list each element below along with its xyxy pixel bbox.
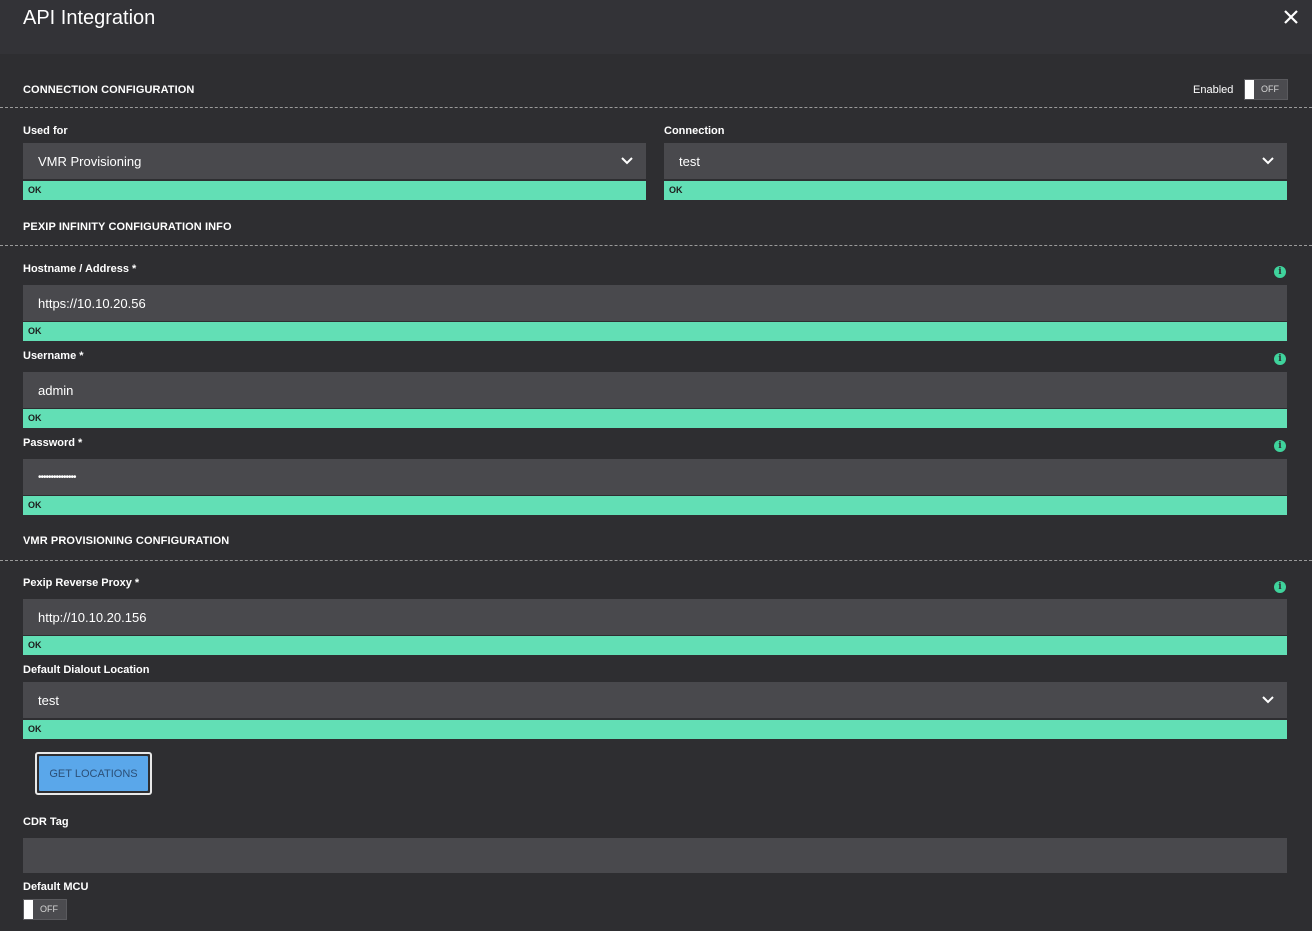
default-mcu-toggle[interactable]: OFF (23, 899, 67, 920)
toggle-state: OFF (1261, 84, 1279, 94)
password-value: ••••••••••••••• (38, 471, 77, 483)
info-icon[interactable]: i (1274, 440, 1286, 452)
chevron-down-icon (621, 157, 633, 165)
info-icon[interactable]: i (1274, 353, 1286, 365)
section-title-vmr: VMR PROVISIONING CONFIGURATION (23, 535, 230, 547)
info-icon[interactable]: i (1274, 266, 1286, 278)
used-for-value: VMR Provisioning (38, 153, 142, 169)
connection-label: Connection (664, 125, 725, 137)
username-input[interactable]: admin (23, 372, 1287, 408)
enabled-label: Enabled (1193, 84, 1234, 96)
dialout-label: Default Dialout Location (23, 664, 150, 676)
close-button[interactable] (1280, 6, 1302, 28)
username-status: OK (23, 409, 1287, 428)
dialog-header: API Integration (0, 0, 1312, 54)
reverse-proxy-input[interactable]: http://10.10.20.156 (23, 599, 1287, 635)
hostname-label: Hostname / Address * (23, 263, 137, 275)
hostname-status: OK (23, 322, 1287, 341)
section-title-pexip: PEXIP INFINITY CONFIGURATION INFO (23, 221, 232, 233)
password-label: Password * (23, 437, 83, 449)
password-status: OK (23, 496, 1287, 515)
connection-status: OK (664, 181, 1287, 200)
reverse-proxy-value: http://10.10.20.156 (38, 609, 147, 625)
close-icon (1284, 10, 1298, 24)
chevron-down-icon (1262, 696, 1274, 704)
hostname-input[interactable]: https://10.10.20.56 (23, 285, 1287, 321)
cdr-tag-label: CDR Tag (23, 816, 69, 828)
dialout-status: OK (23, 720, 1287, 739)
toggle-knob (24, 900, 33, 919)
used-for-status: OK (23, 181, 646, 200)
password-input[interactable]: ••••••••••••••• (23, 459, 1287, 495)
username-label: Username * (23, 350, 84, 362)
connection-select[interactable]: test (664, 143, 1287, 179)
chevron-down-icon (1262, 157, 1274, 165)
connection-value: test (679, 153, 700, 169)
default-mcu-label: Default MCU (23, 881, 89, 893)
toggle-state: OFF (40, 904, 58, 914)
used-for-label: Used for (23, 125, 68, 137)
dialout-value: test (38, 692, 59, 708)
cdr-tag-input[interactable] (23, 838, 1287, 873)
dialog-title: API Integration (23, 7, 156, 29)
hostname-value: https://10.10.20.56 (38, 295, 146, 311)
toggle-knob (1245, 80, 1254, 99)
info-icon[interactable]: i (1274, 581, 1286, 593)
reverse-proxy-status: OK (23, 636, 1287, 655)
divider (0, 560, 1312, 561)
username-value: admin (38, 382, 74, 398)
dialout-select[interactable]: test (23, 682, 1287, 718)
get-locations-button[interactable]: GET LOCATIONS (35, 752, 152, 795)
section-title-connection: CONNECTION CONFIGURATION (23, 84, 195, 96)
used-for-select[interactable]: VMR Provisioning (23, 143, 646, 179)
divider (0, 245, 1312, 246)
divider (0, 107, 1312, 108)
reverse-proxy-label: Pexip Reverse Proxy * (23, 577, 140, 589)
enabled-toggle[interactable]: OFF (1244, 79, 1288, 100)
get-locations-label: GET LOCATIONS (39, 756, 148, 791)
